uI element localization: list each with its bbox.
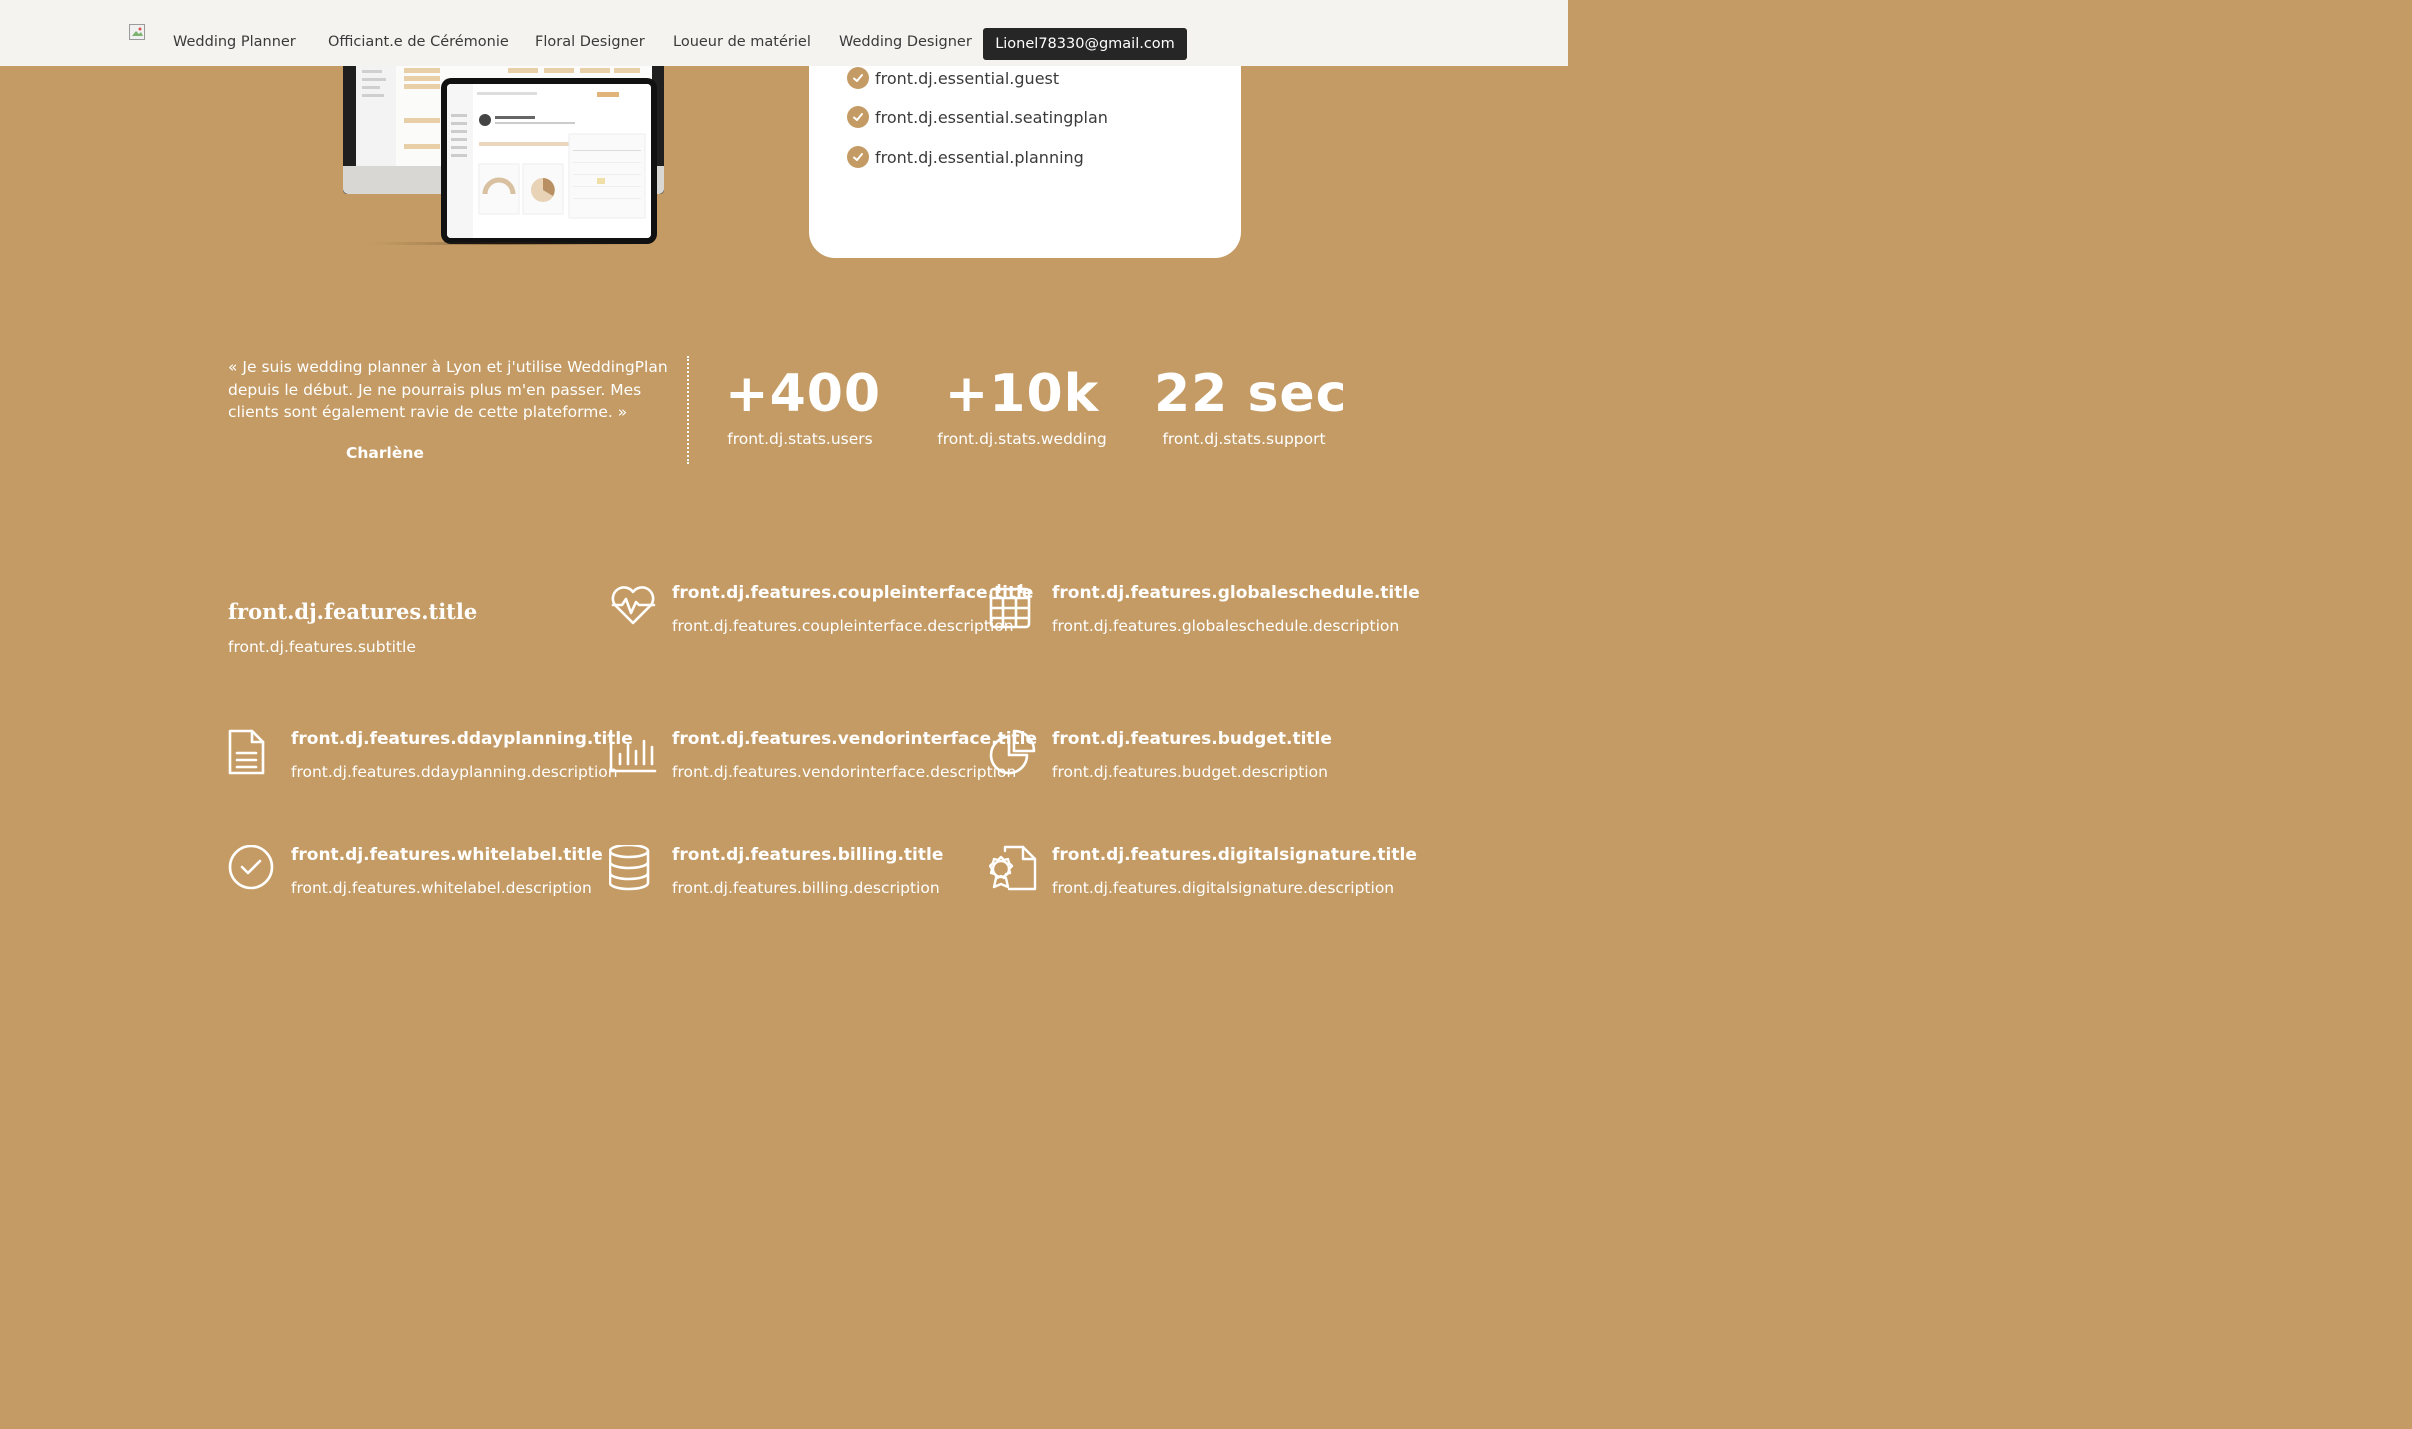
user-account-button[interactable]: Lionel78330@gmail.com (983, 28, 1187, 60)
testimonial-author: Charlène (346, 444, 424, 462)
features-subtitle: front.dj.features.subtitle (228, 638, 416, 656)
stat-value: +400 (725, 364, 882, 424)
stat-label: front.dj.stats.support (1162, 430, 1326, 448)
heart-pulse-icon (609, 583, 659, 633)
mockup-shadow (370, 242, 640, 245)
dotted-divider (687, 356, 689, 464)
check-circle-icon (847, 146, 869, 168)
feature-title: front.dj.features.vendorinterface.title (672, 729, 1038, 749)
tablet-screen (447, 84, 651, 238)
bar-chart-icon (609, 729, 659, 779)
essential-item: front.dj.essential.seatingplan (847, 106, 1108, 128)
nav-link-loueur-materiel[interactable]: Loueur de matériel (673, 34, 811, 50)
stat-value: 22 sec (1154, 364, 1348, 424)
essential-item-label: front.dj.essential.planning (875, 147, 1084, 167)
feature-title: front.dj.features.coupleinterface.title (672, 583, 1034, 603)
essential-features-card: front.dj.essential.guest front.dj.essent… (809, 40, 1241, 258)
check-circle-icon (228, 844, 278, 895)
feature-title: front.dj.features.digitalsignature.title (1052, 845, 1417, 865)
feature-description: front.dj.features.digitalsignature.descr… (1052, 879, 1395, 897)
device-mockup-image (340, 66, 670, 251)
essential-item: front.dj.essential.guest (847, 67, 1059, 89)
pie-chart-icon (989, 729, 1039, 779)
essential-item-label: front.dj.essential.guest (875, 68, 1060, 88)
feature-description: front.dj.features.globaleschedule.descri… (1052, 617, 1400, 635)
document-icon (228, 729, 278, 779)
database-icon (608, 843, 659, 895)
feature-title: front.dj.features.budget.title (1052, 729, 1332, 749)
essential-item: front.dj.essential.planning (847, 146, 1084, 168)
essential-item-label: front.dj.essential.seatingplan (875, 107, 1108, 127)
nav-link-floral-designer[interactable]: Floral Designer (535, 34, 645, 50)
calendar-grid-icon (989, 583, 1039, 633)
nav-link-wedding-designer[interactable]: Wedding Designer (839, 34, 972, 50)
check-circle-icon (847, 106, 869, 128)
feature-description: front.dj.features.coupleinterface.descri… (672, 617, 1014, 635)
feature-description: front.dj.features.whitelabel.description (291, 879, 592, 897)
stat-users: +400 front.dj.stats.users (725, 364, 882, 448)
certificate-document-icon (988, 845, 1039, 895)
features-title: front.dj.features.title (228, 599, 478, 624)
testimonial-quote: « Je suis wedding planner à Lyon et j'ut… (228, 358, 668, 421)
feature-title: front.dj.features.whitelabel.title (291, 845, 603, 865)
stat-label: front.dj.stats.users (727, 430, 873, 448)
stat-support: 22 sec front.dj.stats.support (1154, 364, 1348, 448)
stat-label: front.dj.stats.wedding (937, 430, 1107, 448)
tablet-mockup (441, 78, 657, 244)
stat-value: +10k (944, 364, 1100, 424)
stat-wedding: +10k front.dj.stats.wedding (937, 364, 1107, 448)
feature-title: front.dj.features.billing.title (672, 845, 944, 865)
broken-image-logo-icon[interactable] (129, 24, 145, 40)
feature-title: front.dj.features.globaleschedule.title (1052, 583, 1420, 603)
feature-description: front.dj.features.billing.description (672, 879, 940, 897)
top-nav: Wedding Planner Officiant.e de Cérémonie… (0, 0, 1568, 66)
feature-description: front.dj.features.budget.description (1052, 763, 1328, 781)
nav-link-officiant[interactable]: Officiant.e de Cérémonie (328, 34, 509, 50)
feature-description: front.dj.features.ddayplanning.descripti… (291, 763, 618, 781)
check-circle-icon (847, 67, 869, 89)
feature-description: front.dj.features.vendorinterface.descri… (672, 763, 1017, 781)
nav-link-wedding-planner[interactable]: Wedding Planner (173, 34, 296, 50)
feature-title: front.dj.features.ddayplanning.title (291, 729, 633, 749)
